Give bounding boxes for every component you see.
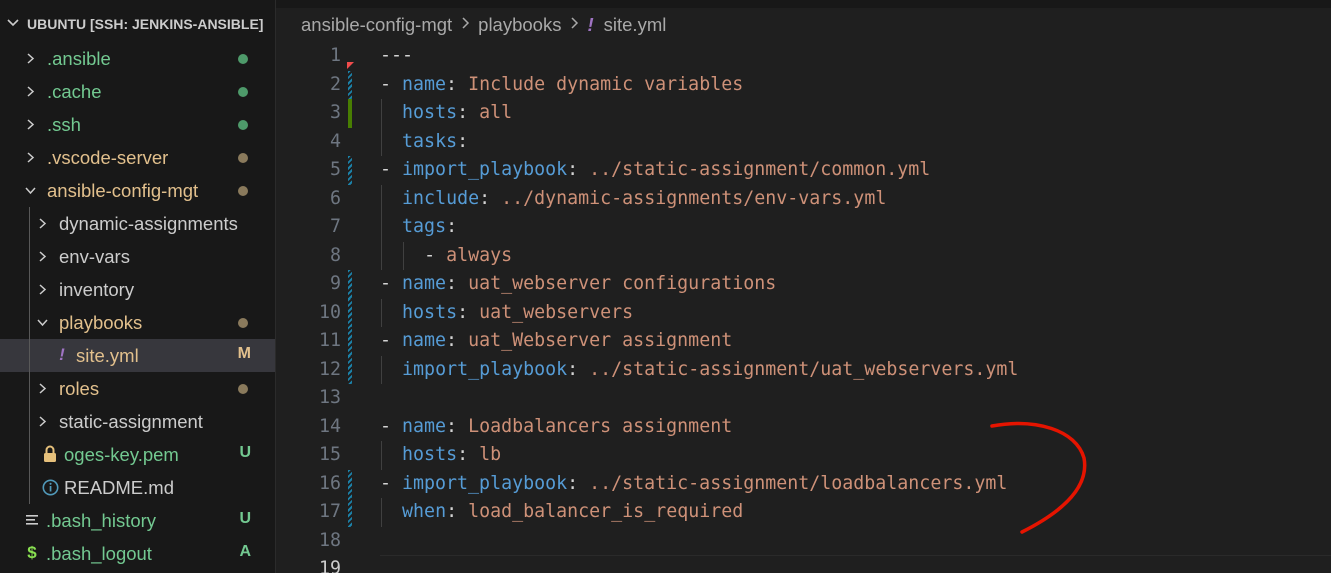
- tree-item-label: oges-key.pem: [64, 444, 179, 465]
- text-file-icon: [24, 510, 40, 530]
- chevron-right-icon: [39, 383, 47, 394]
- tree-item-label: static-assignment: [59, 411, 203, 432]
- indent-guide: [29, 471, 30, 504]
- lock-icon: [42, 444, 58, 464]
- tree-item[interactable]: env-vars: [0, 240, 275, 273]
- tree-item-label: site.yml: [76, 345, 139, 366]
- indent-guide: [29, 273, 30, 306]
- chevron-right-icon: [27, 119, 35, 130]
- chevron-down-icon: [25, 187, 36, 195]
- tree-item[interactable]: static-assignment: [0, 405, 275, 438]
- chevron-right-icon: [39, 251, 47, 262]
- tree-item[interactable]: $ .bash_logout A: [0, 537, 275, 570]
- indent-guide: [29, 405, 30, 438]
- tree-item[interactable]: .bash_history U: [0, 504, 275, 537]
- info-icon: [42, 477, 59, 497]
- tree-item[interactable]: .vscode-server: [0, 141, 275, 174]
- git-status-dot: [238, 54, 248, 64]
- tree-item-label: env-vars: [59, 246, 130, 267]
- tree-item-label: .bash_logout: [46, 543, 152, 564]
- indent-guide: [29, 372, 30, 405]
- chevron-right-icon: [27, 152, 35, 163]
- indent-guide: [29, 306, 30, 339]
- tree-item-label: ansible-config-mgt: [47, 180, 199, 201]
- tree-item-label: dynamic-assignments: [59, 213, 238, 234]
- indent-guide: [29, 438, 30, 471]
- tree-item[interactable]: oges-key.pem U: [0, 438, 275, 471]
- git-status-dot: [238, 87, 248, 97]
- indent-guide: [29, 207, 30, 240]
- tree-item-label: .ansible: [47, 48, 111, 69]
- shell-file-icon: $: [27, 543, 37, 562]
- git-status-badge: M: [237, 345, 251, 362]
- chevron-right-icon: [27, 86, 35, 97]
- explorer-root-title: UBUNTU [SSH: JENKINS-ANSIBLE]: [27, 16, 264, 32]
- git-status-dot: [238, 318, 248, 328]
- tree-item[interactable]: README.md: [0, 471, 275, 504]
- tree-item-label: .ssh: [47, 114, 81, 135]
- explorer-root-header[interactable]: UBUNTU [SSH: JENKINS-ANSIBLE]: [0, 8, 275, 44]
- yaml-file-icon: !: [59, 345, 65, 364]
- git-status-badge: U: [239, 444, 251, 461]
- chevron-right-icon: [39, 284, 47, 295]
- indent-guide: [29, 339, 30, 372]
- tree-item[interactable]: inventory: [0, 273, 275, 306]
- tree-item[interactable]: playbooks: [0, 306, 275, 339]
- chevron-down-icon: [7, 19, 19, 27]
- tree-item-label: roles: [59, 378, 100, 399]
- git-status-dot: [238, 186, 248, 196]
- git-status-badge: A: [239, 543, 251, 560]
- git-status-dot: [238, 120, 248, 130]
- chevron-down-icon: [37, 319, 48, 327]
- file-tree: .ansible .cache .ssh .vscode-server ansible-…: [0, 42, 275, 570]
- tree-item-label: .cache: [47, 81, 102, 102]
- git-status-dot: [238, 153, 248, 163]
- chevron-right-icon: [39, 218, 47, 229]
- git-status-dot: [238, 384, 248, 394]
- chevron-right-icon: [39, 416, 47, 427]
- tree-item[interactable]: ! site.yml M: [0, 339, 275, 372]
- explorer-sidebar: UBUNTU [SSH: JENKINS-ANSIBLE] .ansible .c…: [0, 0, 275, 573]
- tree-item[interactable]: dynamic-assignments: [0, 207, 275, 240]
- tree-item[interactable]: roles: [0, 372, 275, 405]
- chevron-right-icon: [27, 53, 35, 64]
- tree-item[interactable]: ansible-config-mgt: [0, 174, 275, 207]
- tree-item-label: .vscode-server: [47, 147, 169, 168]
- tree-item-label: inventory: [59, 279, 135, 300]
- indent-guide: [29, 240, 30, 273]
- tree-item-label: .bash_history: [46, 510, 157, 531]
- tree-item-label: README.md: [64, 477, 174, 498]
- tree-item[interactable]: .cache: [0, 75, 275, 108]
- tree-item[interactable]: .ssh: [0, 108, 275, 141]
- red-annotation-stroke: [990, 421, 1087, 534]
- tree-item-label: playbooks: [59, 312, 143, 333]
- editor-pane: ansible-config-mgt playbooks! site.yml 1 --…: [276, 0, 1331, 573]
- git-status-badge: U: [239, 510, 251, 527]
- tree-item[interactable]: .ansible: [0, 42, 275, 75]
